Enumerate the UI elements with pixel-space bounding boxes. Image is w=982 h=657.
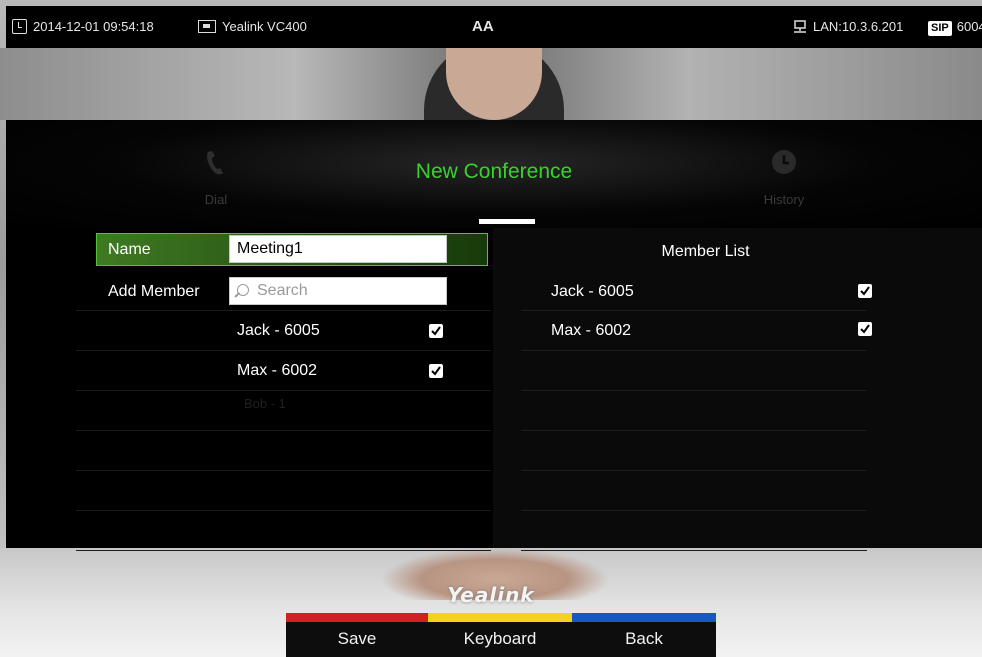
form-row-divider xyxy=(76,510,491,551)
nav-history-label: History xyxy=(763,192,805,207)
save-label: Save xyxy=(337,629,377,648)
name-input[interactable]: Meeting1 xyxy=(229,235,447,263)
device-item: Yealink VC400 xyxy=(198,6,307,48)
top-nav: Dial New Conference History xyxy=(6,120,982,228)
member-row-divider xyxy=(521,350,867,391)
check-icon xyxy=(860,286,870,296)
softkey-bar: Save Keyboard Back xyxy=(286,613,716,657)
member-checkbox[interactable] xyxy=(858,284,872,298)
search-icon xyxy=(237,284,249,296)
page-title: New Conference xyxy=(415,160,573,183)
form-row-divider xyxy=(76,430,491,471)
status-bar: 2014-12-01 09:54:18 Yealink VC400 AA LAN… xyxy=(6,6,982,48)
check-icon xyxy=(431,366,441,376)
check-icon xyxy=(860,324,870,334)
monitor-icon xyxy=(198,20,216,33)
add-member-label: Add Member xyxy=(108,283,200,300)
member-row-divider xyxy=(521,390,867,431)
check-icon xyxy=(431,326,441,336)
keyboard-color-bar xyxy=(428,613,572,622)
keyboard-button[interactable]: Keyboard xyxy=(428,613,572,657)
form-row-divider xyxy=(76,470,491,511)
member-list-panel: Member List xyxy=(493,228,982,551)
member-list-header: Member List xyxy=(661,243,750,260)
sip-account: 6004 xyxy=(956,19,982,34)
back-color-bar xyxy=(572,613,716,622)
device-name: Yealink VC400 xyxy=(222,19,307,34)
lan-item: LAN:10.3.6.201 xyxy=(793,6,903,48)
save-button[interactable]: Save xyxy=(286,613,428,657)
back-button[interactable]: Back xyxy=(572,613,716,657)
search-placeholder: Search xyxy=(257,282,308,299)
nav-active-indicator xyxy=(479,219,535,224)
text-size-indicator: AA xyxy=(472,18,494,35)
conference-form-panel xyxy=(6,228,493,551)
sip-item: SIP 6004 xyxy=(928,6,982,48)
datetime-text: 2014-12-01 09:54:18 xyxy=(33,19,154,34)
contact-checkbox[interactable] xyxy=(429,324,443,338)
member-item-label[interactable]: Jack - 6005 xyxy=(551,283,634,301)
network-icon xyxy=(794,20,806,33)
member-row-divider xyxy=(521,470,867,511)
nav-history[interactable]: History xyxy=(744,120,824,228)
name-label: Name xyxy=(108,241,151,258)
back-label: Back xyxy=(625,629,663,648)
keyboard-label: Keyboard xyxy=(463,629,537,648)
screen: Yealink 2014-12-01 09:54:18 Yealink VC40… xyxy=(0,0,982,657)
contact-checkbox[interactable] xyxy=(429,364,443,378)
brand-logo: Yealink xyxy=(447,583,535,607)
search-input[interactable]: Search xyxy=(229,277,447,305)
lan-address: LAN:10.3.6.201 xyxy=(813,19,904,34)
member-row-divider xyxy=(521,430,867,471)
save-color-bar xyxy=(286,613,428,622)
contact-item-label[interactable]: Max - 6002 xyxy=(237,362,317,380)
nav-dial-label: Dial xyxy=(204,192,228,207)
clock-icon xyxy=(12,19,27,34)
member-row-divider xyxy=(521,510,867,551)
datetime-item: 2014-12-01 09:54:18 xyxy=(12,6,154,48)
faint-contact-label: Bob - 1 xyxy=(244,396,286,411)
member-item-label[interactable]: Max - 6002 xyxy=(551,322,631,340)
clock-history-icon xyxy=(772,150,796,174)
sip-badge: SIP xyxy=(928,21,952,36)
member-checkbox[interactable] xyxy=(858,322,872,336)
contact-item-label[interactable]: Jack - 6005 xyxy=(237,322,320,340)
